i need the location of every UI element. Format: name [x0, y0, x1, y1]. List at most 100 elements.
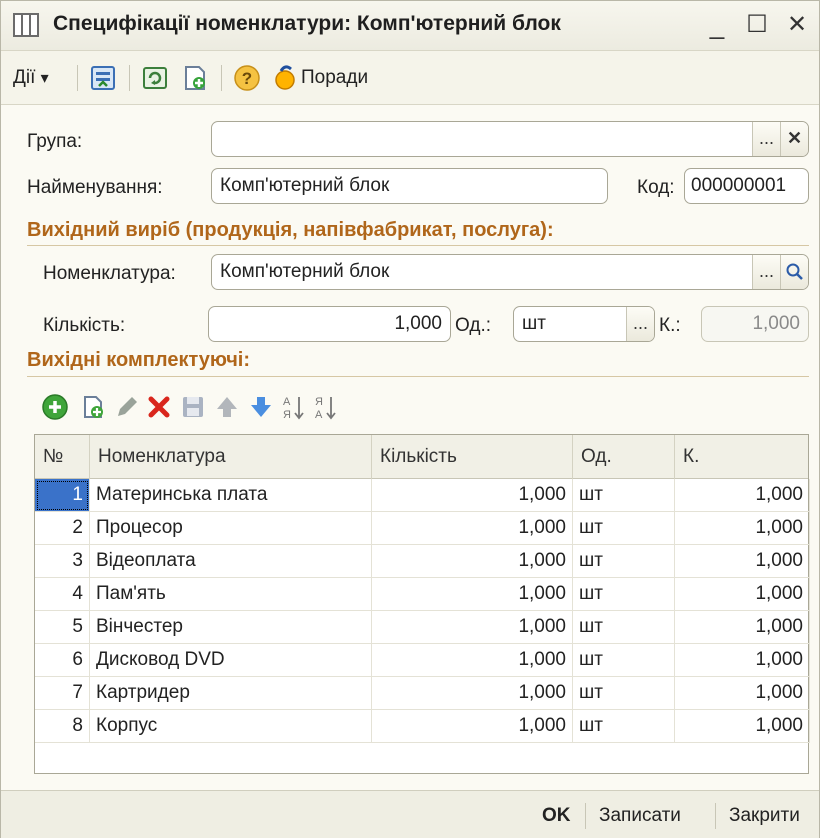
- cell-quantity[interactable]: 1,000: [372, 512, 573, 545]
- cell-coef[interactable]: 1,000: [675, 677, 810, 710]
- group-select-button[interactable]: ...: [752, 122, 780, 156]
- cell-number[interactable]: 8: [35, 710, 90, 743]
- table-row[interactable]: 7 Картридер 1,000 шт 1,000: [35, 677, 810, 710]
- nomenclature-label: Номенклатура:: [43, 263, 176, 284]
- sort-descending-icon[interactable]: Я A: [313, 393, 341, 421]
- ok-button[interactable]: OK: [542, 801, 571, 831]
- cell-unit[interactable]: шт: [573, 479, 675, 512]
- cell-unit[interactable]: шт: [573, 578, 675, 611]
- quantity-input[interactable]: 1,000: [208, 306, 451, 342]
- new-document-icon[interactable]: [181, 64, 209, 92]
- save-button[interactable]: Записати: [599, 801, 681, 831]
- cell-unit[interactable]: шт: [573, 644, 675, 677]
- close-button[interactable]: Закрити: [729, 801, 800, 831]
- cell-unit[interactable]: шт: [573, 710, 675, 743]
- cell-coef[interactable]: 1,000: [675, 545, 810, 578]
- arrow-down-icon[interactable]: [247, 393, 275, 421]
- nomenclature-search-button[interactable]: [780, 255, 808, 289]
- nomenclature-select-button[interactable]: ...: [752, 255, 780, 289]
- cell-quantity[interactable]: 1,000: [372, 644, 573, 677]
- components-table[interactable]: № Номенклатура Кількість Од. К. 1 Материн…: [34, 434, 810, 774]
- cell-coef[interactable]: 1,000: [675, 578, 810, 611]
- coef-input: 1,000: [701, 306, 809, 342]
- sort-ascending-icon[interactable]: A Я: [281, 393, 309, 421]
- unit-select-button[interactable]: ...: [626, 307, 654, 341]
- minimize-button[interactable]: _: [701, 9, 733, 41]
- name-label: Найменування:: [27, 177, 163, 198]
- cell-number[interactable]: 7: [35, 677, 90, 710]
- svg-text:Я: Я: [283, 409, 291, 421]
- table-row[interactable]: 5 Вінчестер 1,000 шт 1,000: [35, 611, 810, 644]
- toolbar-separator: [129, 65, 130, 91]
- cell-coef[interactable]: 1,000: [675, 611, 810, 644]
- svg-text:Я: Я: [315, 396, 323, 408]
- add-circle-icon[interactable]: [41, 393, 69, 421]
- search-icon: [786, 263, 803, 280]
- refresh-icon[interactable]: [141, 64, 169, 92]
- post-document-icon[interactable]: [89, 64, 117, 92]
- unit-input[interactable]: шт ...: [513, 306, 655, 342]
- cell-quantity[interactable]: 1,000: [372, 479, 573, 512]
- column-header-unit[interactable]: Од.: [573, 435, 675, 479]
- cell-number[interactable]: 4: [35, 578, 90, 611]
- cell-nomenclature[interactable]: Пам'ять: [90, 578, 372, 611]
- cell-coef[interactable]: 1,000: [675, 710, 810, 743]
- close-window-button[interactable]: ✕: [781, 9, 813, 41]
- group-input[interactable]: ... ✕: [211, 121, 809, 157]
- cell-unit[interactable]: шт: [573, 545, 675, 578]
- delete-x-icon[interactable]: [145, 393, 173, 421]
- table-row[interactable]: 3 Відеоплата 1,000 шт 1,000: [35, 545, 810, 578]
- actions-menu-button[interactable]: Дії ▾: [13, 63, 49, 93]
- table-row[interactable]: 8 Корпус 1,000 шт 1,000: [35, 710, 810, 743]
- table-row[interactable]: 6 Дисковод DVD 1,000 шт 1,000: [35, 644, 810, 677]
- nomenclature-value: Комп'ютерний блок: [220, 261, 390, 282]
- table-row[interactable]: 2 Процесор 1,000 шт 1,000: [35, 512, 810, 545]
- cell-nomenclature[interactable]: Материнська плата: [90, 479, 372, 512]
- code-input[interactable]: 000000001: [684, 168, 809, 204]
- copy-icon[interactable]: [79, 393, 107, 421]
- toolbar: Дії ▾ ? Поради: [1, 51, 819, 105]
- tips-button-label[interactable]: Поради: [301, 63, 368, 93]
- table-row[interactable]: 1 Материнська плата 1,000 шт 1,000: [35, 479, 810, 512]
- cell-coef[interactable]: 1,000: [675, 644, 810, 677]
- group-label: Група:: [27, 131, 83, 152]
- cell-coef[interactable]: 1,000: [675, 479, 810, 512]
- maximize-button[interactable]: ☐: [741, 9, 773, 41]
- cell-quantity[interactable]: 1,000: [372, 611, 573, 644]
- cell-quantity[interactable]: 1,000: [372, 677, 573, 710]
- chevron-down-icon: ▾: [40, 70, 49, 87]
- footer-bar: OK Записати Закрити: [1, 790, 819, 838]
- cell-nomenclature[interactable]: Картридер: [90, 677, 372, 710]
- column-header-nomenclature[interactable]: Номенклатура: [90, 435, 372, 479]
- table-row[interactable]: 4 Пам'ять 1,000 шт 1,000: [35, 578, 810, 611]
- cell-number[interactable]: 1: [35, 479, 90, 512]
- cell-nomenclature[interactable]: Корпус: [90, 710, 372, 743]
- cell-nomenclature[interactable]: Відеоплата: [90, 545, 372, 578]
- arrow-up-icon[interactable]: [213, 393, 241, 421]
- column-header-quantity[interactable]: Кількість: [372, 435, 573, 479]
- cell-nomenclature[interactable]: Вінчестер: [90, 611, 372, 644]
- name-input[interactable]: Комп'ютерний блок: [211, 168, 608, 204]
- cell-unit[interactable]: шт: [573, 677, 675, 710]
- cell-quantity[interactable]: 1,000: [372, 578, 573, 611]
- cell-nomenclature[interactable]: Процесор: [90, 512, 372, 545]
- tips-icon[interactable]: [271, 64, 299, 92]
- cell-unit[interactable]: шт: [573, 512, 675, 545]
- cell-quantity[interactable]: 1,000: [372, 710, 573, 743]
- pencil-icon[interactable]: [113, 393, 141, 421]
- help-icon[interactable]: ?: [233, 64, 261, 92]
- column-header-number[interactable]: №: [35, 435, 90, 479]
- cell-number[interactable]: 5: [35, 611, 90, 644]
- help-glyph: ?: [242, 69, 252, 88]
- column-header-coef[interactable]: К.: [675, 435, 810, 479]
- save-icon[interactable]: [179, 393, 207, 421]
- cell-nomenclature[interactable]: Дисковод DVD: [90, 644, 372, 677]
- cell-number[interactable]: 3: [35, 545, 90, 578]
- cell-quantity[interactable]: 1,000: [372, 545, 573, 578]
- group-clear-button[interactable]: ✕: [780, 122, 808, 156]
- nomenclature-input[interactable]: Комп'ютерний блок ...: [211, 254, 809, 290]
- cell-coef[interactable]: 1,000: [675, 512, 810, 545]
- cell-unit[interactable]: шт: [573, 611, 675, 644]
- cell-number[interactable]: 6: [35, 644, 90, 677]
- cell-number[interactable]: 2: [35, 512, 90, 545]
